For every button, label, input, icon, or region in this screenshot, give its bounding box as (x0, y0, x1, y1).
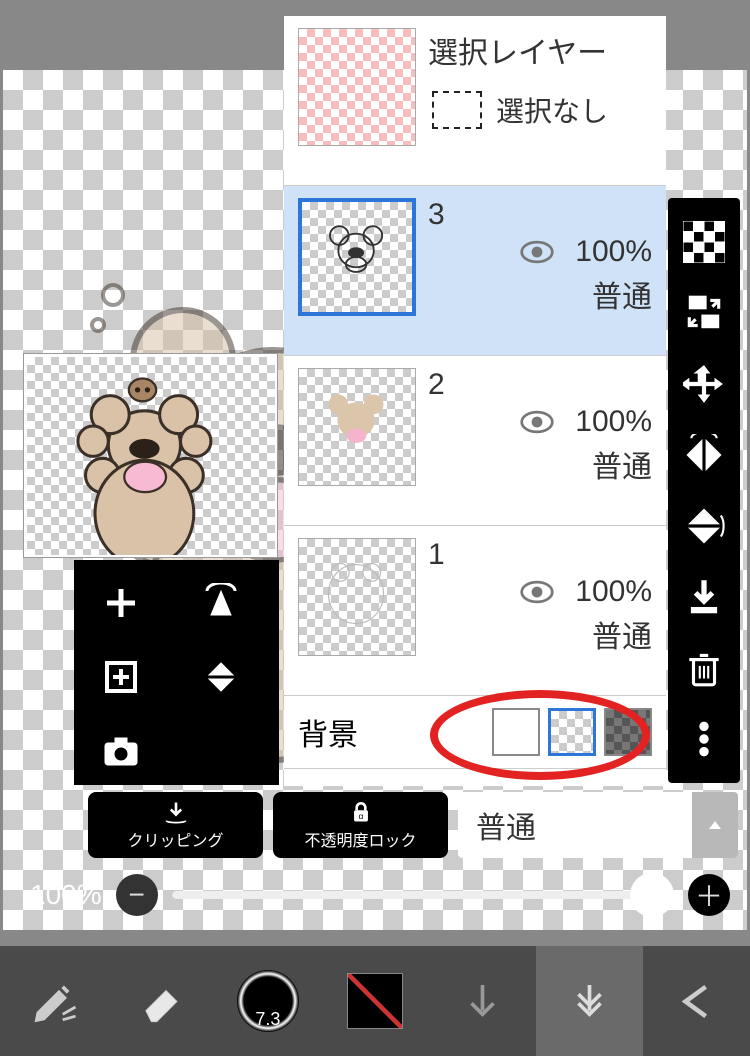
alpha-lock-label: 不透明度ロック (304, 827, 416, 851)
selection-marquee-icon (432, 91, 482, 129)
flip-vertical-button[interactable] (186, 642, 256, 712)
save-tool[interactable] (429, 946, 536, 1056)
selection-status: 選択なし (496, 90, 608, 130)
clipping-label: クリッピング (127, 827, 223, 851)
transparency-grid-icon[interactable] (679, 217, 729, 267)
layer-blend-mode: 普通 (428, 272, 652, 316)
visibility-toggle[interactable] (519, 574, 555, 610)
background-row: 背景 (284, 696, 666, 769)
visibility-toggle[interactable] (519, 404, 555, 440)
layers-tool[interactable] (536, 946, 643, 1056)
layer-side-toolbar (668, 198, 740, 783)
add-layer-button[interactable] (86, 568, 156, 638)
layer-thumbnail (298, 368, 416, 486)
svg-text:α: α (358, 811, 363, 821)
layer-opacity: 100% (575, 405, 652, 439)
quick-tool-panel (74, 560, 279, 785)
selection-layer-title: 選択レイヤー (428, 28, 652, 72)
alpha-lock-button[interactable]: α 不透明度ロック (273, 792, 448, 858)
duplicate-layer-button[interactable] (86, 642, 156, 712)
layer-blend-mode: 普通 (428, 442, 652, 486)
selection-layer-thumbnail (298, 28, 416, 146)
brush-edit-tool[interactable] (0, 946, 107, 1056)
brush-tool[interactable]: 7.3 (214, 946, 321, 1056)
background-transparent-button[interactable] (548, 708, 596, 756)
background-dark-button[interactable] (604, 708, 652, 756)
rotate-flip-button[interactable] (186, 568, 256, 638)
current-color-swatch (347, 973, 403, 1029)
layer-thumbnail (298, 198, 416, 316)
dropdown-arrow-icon (692, 792, 738, 858)
more-icon[interactable] (679, 714, 729, 764)
layer-thumbnail (298, 538, 416, 656)
brush-size-value: 7.3 (255, 1009, 280, 1030)
bottom-toolbar: 7.3 (0, 946, 750, 1056)
layer-opacity: 100% (575, 575, 652, 609)
opacity-increase-button[interactable]: ＋ (688, 874, 730, 916)
merge-down-icon[interactable] (679, 572, 729, 622)
navigator-preview[interactable] (23, 353, 278, 558)
transform-icon[interactable] (679, 288, 729, 338)
opacity-slider-handle[interactable] (630, 873, 674, 917)
eraser-tool[interactable] (107, 946, 214, 1056)
layer-row-3[interactable]: 3 100% 普通 (284, 186, 666, 356)
visibility-toggle[interactable] (519, 234, 555, 270)
layer-row-1[interactable]: 1 100% 普通 (284, 526, 666, 696)
opacity-value: 100% (30, 879, 102, 911)
flip-vertical-icon[interactable] (679, 501, 729, 551)
background-white-button[interactable] (492, 708, 540, 756)
clipping-button[interactable]: クリッピング (88, 792, 263, 858)
opacity-slider-row: 100% − ＋ (30, 870, 730, 920)
move-icon[interactable] (679, 359, 729, 409)
selection-layer-row[interactable]: 選択レイヤー 選択なし (284, 16, 666, 186)
layer-row-2[interactable]: 2 100% 普通 (284, 356, 666, 526)
blend-mode-value: 普通 (476, 803, 536, 847)
layer-opacity: 100% (575, 235, 652, 269)
color-tool[interactable] (321, 946, 428, 1056)
layers-panel: 選択レイヤー 選択なし 3 100% 普通 (284, 16, 666, 786)
trash-icon[interactable] (679, 643, 729, 693)
background-label: 背景 (298, 710, 480, 754)
back-tool[interactable] (643, 946, 750, 1056)
layer-name: 3 (428, 198, 652, 232)
layer-name: 1 (428, 538, 652, 572)
layer-name: 2 (428, 368, 652, 402)
layer-blend-mode: 普通 (428, 612, 652, 656)
layer-options-row: クリッピング α 不透明度ロック 普通 (88, 792, 738, 860)
blend-mode-select[interactable]: 普通 (458, 792, 738, 858)
flip-horizontal-icon[interactable] (679, 430, 729, 480)
opacity-decrease-button[interactable]: − (116, 874, 158, 916)
camera-button[interactable] (86, 716, 156, 786)
opacity-slider[interactable] (172, 891, 674, 899)
